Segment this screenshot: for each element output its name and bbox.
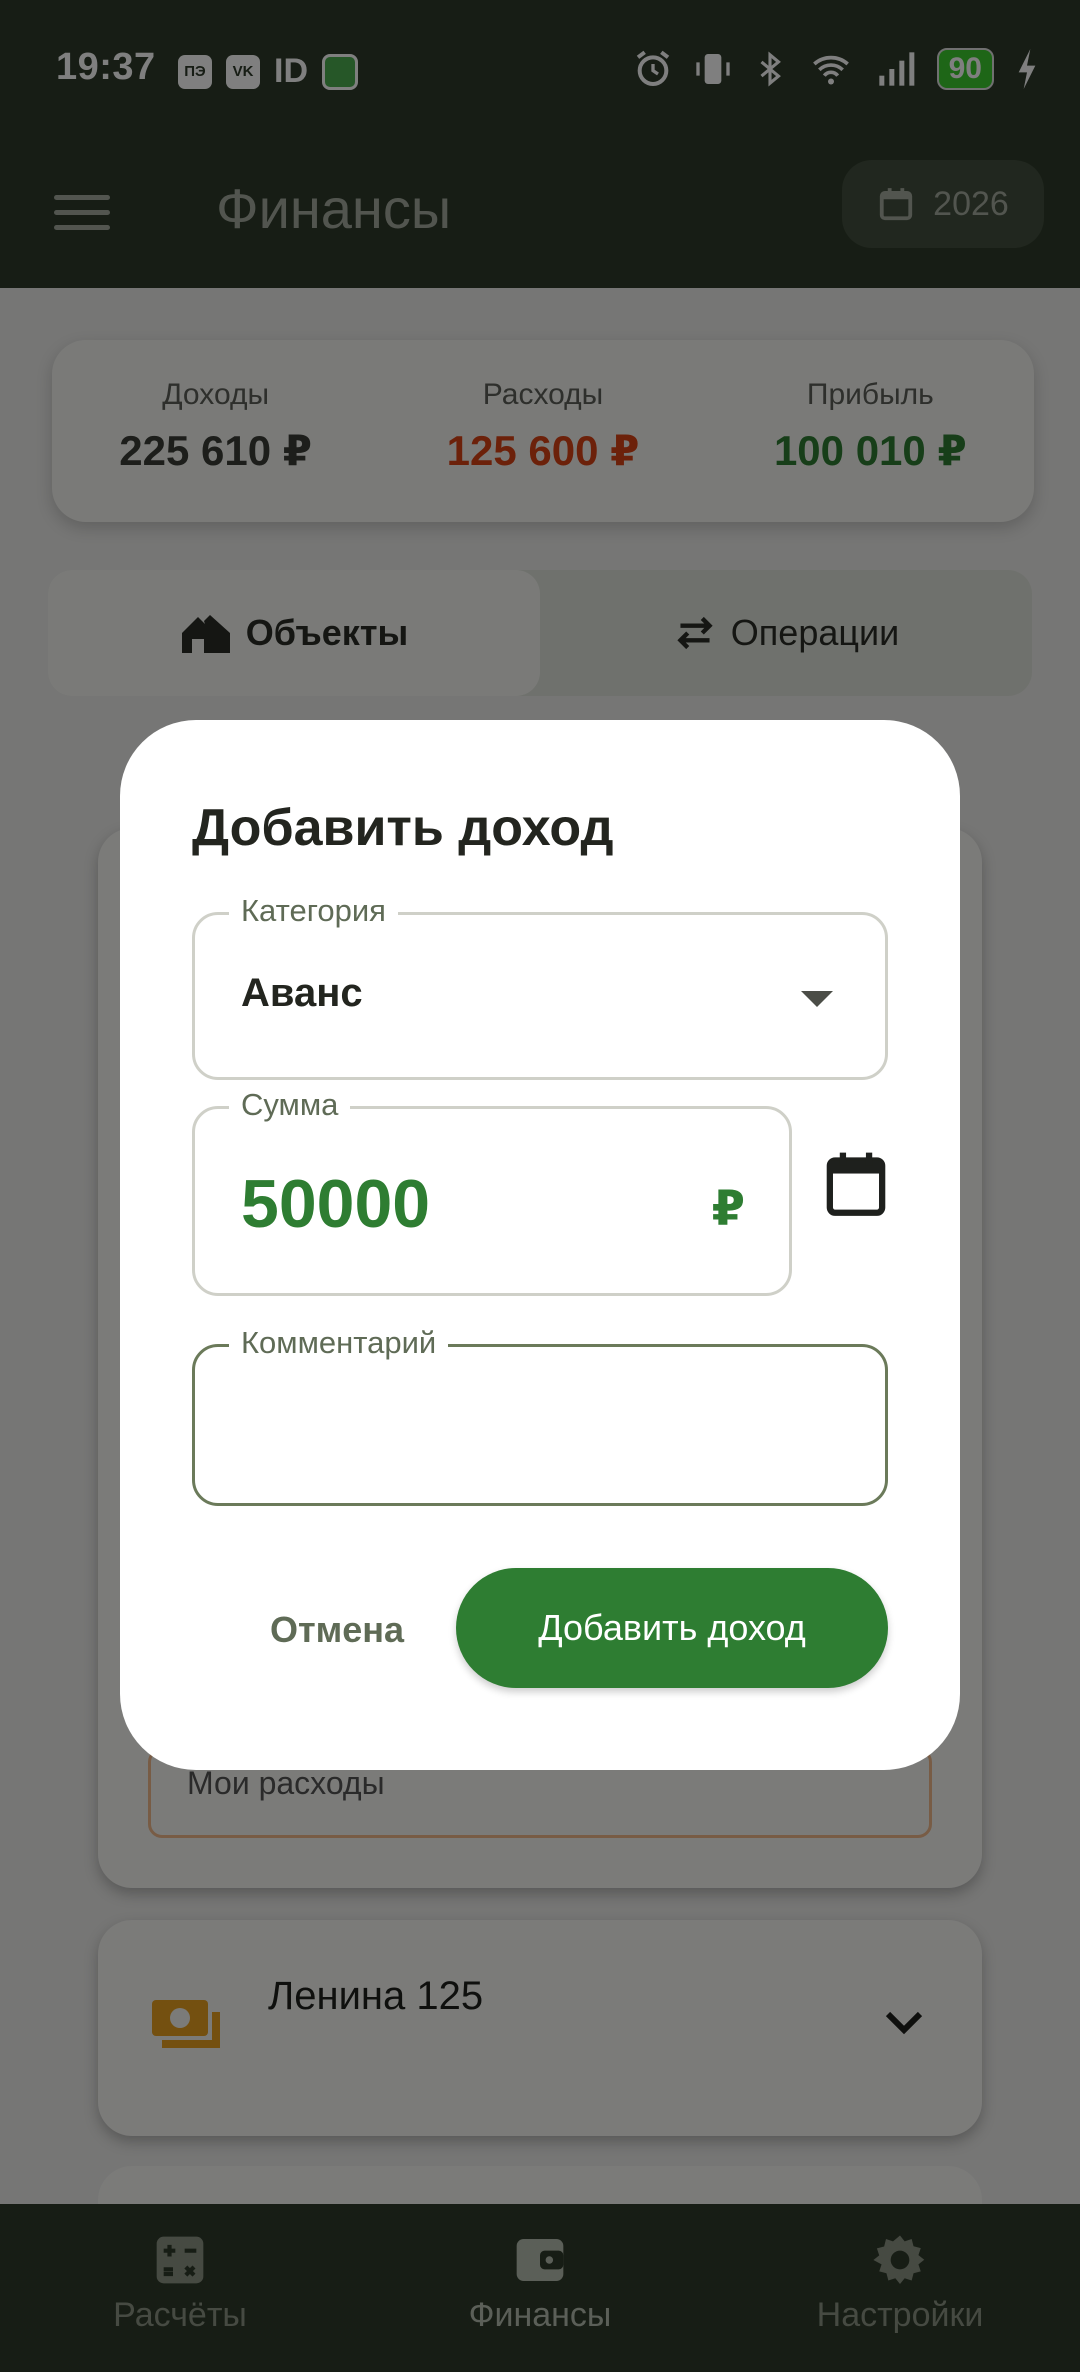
category-value: Аванс (241, 971, 363, 1015)
amount-field[interactable]: Сумма 50000 ₽ (192, 1087, 792, 1296)
category-label: Категория (229, 893, 398, 929)
calendar-icon (826, 1152, 886, 1216)
cancel-button[interactable]: Отмена (252, 1592, 422, 1668)
category-dropdown[interactable]: Категория Аванс (192, 893, 888, 1080)
comment-field[interactable]: Комментарий (192, 1325, 888, 1506)
comment-label: Комментарий (229, 1325, 449, 1361)
date-picker-button[interactable] (816, 1144, 896, 1224)
currency-symbol: ₽ (711, 1183, 745, 1236)
dropdown-arrow-icon (801, 991, 833, 1007)
add-income-dialog: Добавить доход Категория Аванс Сумма 500… (120, 720, 960, 1770)
dialog-title: Добавить доход (192, 799, 614, 857)
add-income-button[interactable]: Добавить доход (456, 1568, 888, 1688)
amount-input[interactable]: 50000 (241, 1165, 430, 1243)
amount-label: Сумма (229, 1087, 351, 1123)
